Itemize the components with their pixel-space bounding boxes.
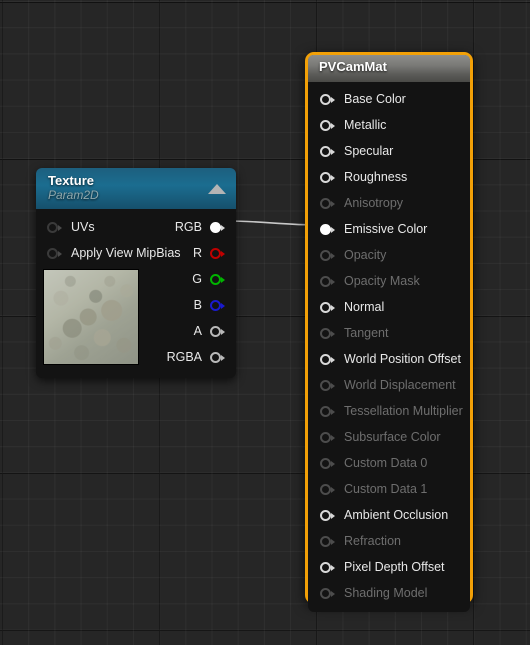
pin-row-world-position-offset[interactable]: World Position Offset [308, 346, 470, 372]
material-node-body: Base Color Metallic Specular Roughness Aniso… [308, 82, 470, 612]
material-node-title: PVCamMat [319, 59, 387, 74]
pin-label-opacity: Opacity [344, 248, 387, 262]
pin-row-refraction[interactable]: Refraction [308, 528, 470, 554]
pin-icon-a[interactable] [210, 325, 225, 338]
pin-label-pixel-depth-offset: Pixel Depth Offset [344, 560, 445, 574]
pin-label-tessellation-multiplier: Tessellation Multiplier [344, 404, 463, 418]
pin-row-rgba[interactable]: RGBA [140, 344, 236, 370]
pin-row-tessellation-multiplier[interactable]: Tessellation Multiplier [308, 398, 470, 424]
pin-icon-world-displacement[interactable] [320, 379, 335, 392]
pin-label-world-displacement: World Displacement [344, 378, 456, 392]
pin-icon-r[interactable] [210, 247, 225, 260]
pin-icon-tessellation-multiplier[interactable] [320, 405, 335, 418]
texture-node-title: Texture [48, 173, 94, 188]
pin-icon-tangent[interactable] [320, 327, 335, 340]
pin-label-metallic: Metallic [344, 118, 387, 132]
pin-label-shading-model: Shading Model [344, 586, 428, 600]
pin-label-refraction: Refraction [344, 534, 401, 548]
pin-row-b[interactable]: B [140, 292, 236, 318]
pin-row-metallic[interactable]: Metallic [308, 112, 470, 138]
pin-icon-refraction[interactable] [320, 535, 335, 548]
pin-label-emissive-color: Emissive Color [344, 222, 428, 236]
pin-label-custom-data-1: Custom Data 1 [344, 482, 428, 496]
pin-label-a: A [193, 324, 202, 338]
pin-label-uvs: UVs [71, 220, 95, 234]
pin-icon-opacity[interactable] [320, 249, 335, 262]
pin-icon-subsurface-color[interactable] [320, 431, 335, 444]
pin-row-base-color[interactable]: Base Color [308, 86, 470, 112]
pin-label-opacity-mask: Opacity Mask [344, 274, 420, 288]
pin-row-opacity[interactable]: Opacity [308, 242, 470, 268]
pin-icon-metallic[interactable] [320, 119, 335, 132]
pin-row-r[interactable]: R [140, 240, 236, 266]
pin-label-ambient-occlusion: Ambient Occlusion [344, 508, 449, 522]
pin-row-pixel-depth-offset[interactable]: Pixel Depth Offset [308, 554, 470, 580]
texture-node-body: UVs Apply View MipBias RGB R G B A RGBA [36, 209, 236, 378]
pin-row-emissive-color[interactable]: Emissive Color [308, 216, 470, 242]
pin-label-base-color: Base Color [344, 92, 406, 106]
pin-row-custom-data-0[interactable]: Custom Data 0 [308, 450, 470, 476]
texture-preview-thumbnail[interactable] [43, 269, 139, 365]
pin-label-custom-data-0: Custom Data 0 [344, 456, 428, 470]
pin-label-rgba: RGBA [166, 350, 202, 364]
pin-label-world-position-offset: World Position Offset [344, 352, 461, 366]
pin-label-anisotropy: Anisotropy [344, 196, 404, 210]
texture-node-header[interactable]: Texture Param2D [36, 168, 236, 209]
pin-row-g[interactable]: G [140, 266, 236, 292]
pin-icon-shading-model[interactable] [320, 587, 335, 600]
pin-row-roughness[interactable]: Roughness [308, 164, 470, 190]
pin-row-uvs[interactable]: UVs [36, 214, 140, 240]
pin-label-normal: Normal [344, 300, 385, 314]
pin-label-b: B [193, 298, 202, 312]
pin-icon-emissive-color[interactable] [320, 223, 335, 236]
pin-row-rgb[interactable]: RGB [140, 214, 236, 240]
pin-label-g: G [192, 272, 202, 286]
pin-icon-rgba[interactable] [210, 351, 225, 364]
pin-icon-roughness[interactable] [320, 171, 335, 184]
pin-icon-b[interactable] [210, 299, 225, 312]
pin-label-rgb: RGB [174, 220, 202, 234]
pin-row-shading-model[interactable]: Shading Model [308, 580, 470, 606]
pin-icon-rgb[interactable] [210, 221, 225, 234]
pin-label-specular: Specular [344, 144, 394, 158]
material-node-header[interactable]: PVCamMat [308, 55, 470, 82]
pin-row-a[interactable]: A [140, 318, 236, 344]
pin-row-anisotropy[interactable]: Anisotropy [308, 190, 470, 216]
pin-row-specular[interactable]: Specular [308, 138, 470, 164]
pin-icon-g[interactable] [210, 273, 225, 286]
pin-icon-normal[interactable] [320, 301, 335, 314]
texture-sample-node[interactable]: Texture Param2D UVs Apply View MipBias R… [36, 168, 236, 378]
texture-node-subtitle: Param2D [48, 188, 99, 202]
pin-icon-base-color[interactable] [320, 93, 335, 106]
pin-row-world-displacement[interactable]: World Displacement [308, 372, 470, 398]
pin-label-r: R [192, 246, 202, 260]
pin-icon-ambient-occlusion[interactable] [320, 509, 335, 522]
pin-row-tangent[interactable]: Tangent [308, 320, 470, 346]
pin-icon-custom-data-1[interactable] [320, 483, 335, 496]
pin-label-subsurface-color: Subsurface Color [344, 430, 441, 444]
pin-row-normal[interactable]: Normal [308, 294, 470, 320]
pin-row-subsurface-color[interactable]: Subsurface Color [308, 424, 470, 450]
material-output-node[interactable]: PVCamMat Base Color Metallic Specular Rough… [305, 52, 473, 612]
pin-row-opacity-mask[interactable]: Opacity Mask [308, 268, 470, 294]
pin-icon-world-position-offset[interactable] [320, 353, 335, 366]
pin-row-ambient-occlusion[interactable]: Ambient Occlusion [308, 502, 470, 528]
pin-icon-custom-data-0[interactable] [320, 457, 335, 470]
pin-row-apply-view-mipbias[interactable]: Apply View MipBias [36, 240, 181, 266]
pin-icon-pixel-depth-offset[interactable] [320, 561, 335, 574]
pin-label-roughness: Roughness [344, 170, 408, 184]
pin-icon-uvs[interactable] [47, 221, 62, 234]
pin-row-custom-data-1[interactable]: Custom Data 1 [308, 476, 470, 502]
pin-icon-opacity-mask[interactable] [320, 275, 335, 288]
pin-label-tangent: Tangent [344, 326, 389, 340]
pin-icon-specular[interactable] [320, 145, 335, 158]
pin-icon-anisotropy[interactable] [320, 197, 335, 210]
triangle-up-icon[interactable] [208, 184, 226, 194]
pin-icon-apply-view-mipbias[interactable] [47, 247, 62, 260]
